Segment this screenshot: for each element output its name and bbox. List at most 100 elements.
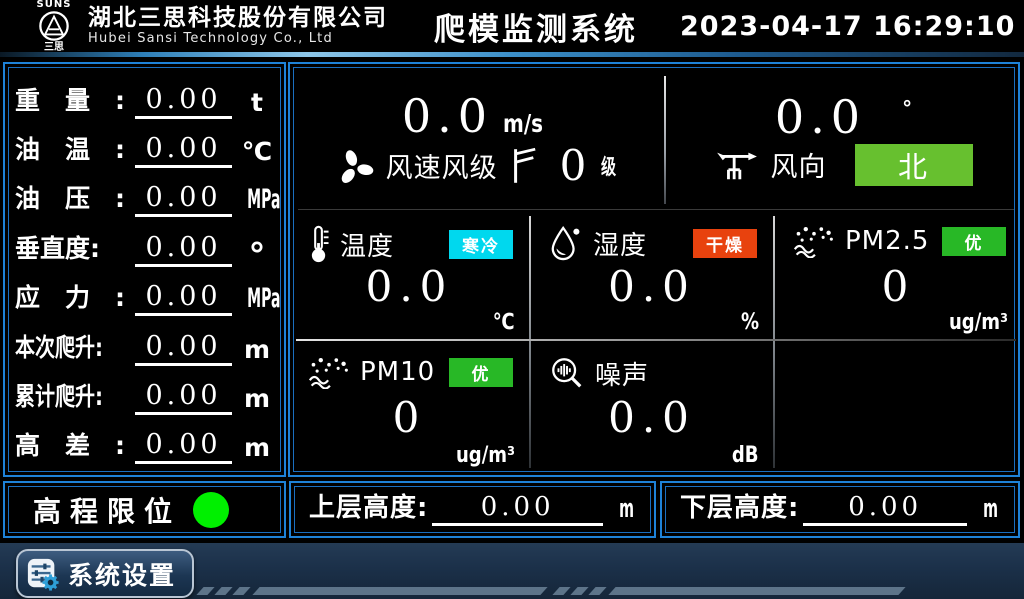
measurement-value: 0.00 [135,331,232,366]
measurement-row-stress: 应 力 : 0.00 MPa [15,272,276,316]
measurement-value: 0.00 [135,84,232,119]
upper-height-label: 上层高度: [309,487,428,526]
wind-speed-section: 0.0 m/s 风速风级 [290,64,665,209]
wind-direction-sub-row: 风向 北 [715,144,973,186]
sensor-cell-noise: 噪声 0.0 dB [531,341,773,472]
sansi-logo-icon [38,10,70,42]
sensor-unit: ℃ [493,310,515,335]
wind-speed-readout: 0.0 m/s [402,93,553,139]
measurement-row-total-climb: 累计爬升: 0.00 m [15,371,276,415]
wind-compass-display: 北 [855,144,973,186]
measurement-unit: m [238,433,276,464]
measurement-unit: ° [238,247,276,267]
droplet-icon [549,224,583,262]
measurement-row-oil-pressure: 油 压 : 0.00 MPa [15,173,276,217]
sensor-value: 0.0 [290,262,529,311]
measurement-label: 油 温 : [15,130,133,168]
sensor-cell-humidity: 湿度 干燥 0.0 % [531,210,773,339]
sensor-unit: ug/m³ [949,310,1008,335]
fan-icon [336,147,374,185]
sensor-name: PM2.5 [845,226,929,256]
company-name-en: Hubei Sansi Technology Co., Ltd [88,32,388,46]
status-badge: 干燥 [693,229,757,258]
company-name-cn: 湖北三思科技股份有限公司 [88,6,388,30]
climbing-formwork-monitor-screen: SUNS 三思 湖北三思科技股份有限公司 Hubei Sansi Technol… [0,0,1024,599]
sensor-name: PM10 [360,357,435,387]
measurement-value: 0.00 [135,232,232,267]
taskbar-decor-stripe [588,587,606,595]
wind-direction-label: 风向 [771,145,827,184]
elevation-limit-label: 高程限位 [33,490,181,530]
sensor-unit: % [741,310,759,335]
sensor-header: PM2.5 优 [775,210,1022,258]
company-logo: SUNS 三思 [26,0,82,53]
logo-suns-text: SUNS [37,0,72,10]
wind-vane-icon [715,147,759,183]
measurements-sidebar: 重 量 : 0.00 t 油 温 : 0.00 ℃ 油 压 : 0.00 MPa… [3,62,286,477]
measurement-row-weight: 重 量 : 0.00 t [15,75,276,119]
settings-button-label: 系统设置 [68,556,176,592]
sensor-header: 温度 寒冷 [290,210,529,264]
measurement-unit: MPa [247,184,267,217]
measurement-value: 0.00 [135,380,232,415]
wind-direction-section: 0.0 ° 风向 北 [667,64,1020,209]
lower-height-unit: m [983,494,998,526]
measurement-label: 累计爬升: [15,377,109,415]
measurement-unit: t [238,88,276,119]
measurement-row-oil-temp: 油 温 : 0.00 ℃ [15,124,276,168]
upper-height-value: 0.00 [432,492,603,526]
header-accent-line [0,52,1024,57]
logo-sansi-text: 三思 [44,43,64,53]
measurement-row-height-diff: 高 差 : 0.00 m [15,420,276,464]
measurement-value: 0.00 [135,281,232,316]
wind-section-divider [664,76,666,204]
measurement-unit: MPa [247,283,267,316]
wind-level-value: 0 [560,145,587,187]
measurement-value: 0.00 [135,133,232,168]
sensor-cell-pm10: PM10 优 0 ug/m³ [290,341,529,472]
lower-height-label: 下层高度: [680,487,799,526]
measurement-value: 0.00 [135,182,232,217]
sensor-value: 0 [775,262,1022,311]
wind-speed-unit: m/s [503,109,543,138]
wind-speed-label: 风速风级 [386,146,498,185]
environment-panel: 0.0 m/s 风速风级 [288,62,1020,477]
wind-direction-unit: ° [902,96,912,120]
taskbar-decor-stripe [570,587,588,595]
particles-icon [308,355,350,389]
wind-direction-value: 0.0 [775,94,866,140]
wind-flag-icon [510,146,538,186]
noise-meter-icon [549,356,585,392]
sensor-unit: dB [732,443,759,468]
page-title: 爬模监测系统 [434,4,638,49]
measurement-label: 本次爬升: [15,328,109,366]
wind-level-unit: 级 [601,151,616,181]
sensor-name: 温度 [340,226,394,263]
sensor-value: 0 [290,393,529,442]
taskbar-decor-stripe [252,587,547,595]
sensor-cell-empty [775,341,1022,472]
particles-icon [793,224,835,258]
taskbar-decor-stripe [232,587,250,595]
upper-height-box: 上层高度: 0.00 m [289,481,656,538]
measurement-label: 油 压 : [15,179,133,217]
status-badge: 优 [449,358,513,387]
status-badge: 优 [942,227,1006,256]
measurement-unit: m [238,384,276,415]
sensor-value: 0.0 [531,393,773,442]
system-settings-button[interactable]: 系统设置 [16,549,194,598]
wind-speed-value: 0.0 [402,93,493,139]
thermometer-icon [308,224,330,264]
measurement-label: 高 差 : [15,426,133,464]
sensor-header: 噪声 [531,341,773,392]
measurement-label: 垂直度: [15,229,133,267]
taskbar-decor-stripe [608,587,905,595]
lower-height-value: 0.00 [803,492,967,526]
settings-sliders-gear-icon [26,557,60,591]
measurement-value: 0.00 [135,429,232,464]
wind-direction-readout: 0.0 ° [775,94,912,140]
taskbar-decor-stripe [214,587,232,595]
measurement-unit: m [238,335,276,366]
measurement-label: 应 力 : [15,278,133,316]
sensor-value: 0.0 [531,262,773,311]
